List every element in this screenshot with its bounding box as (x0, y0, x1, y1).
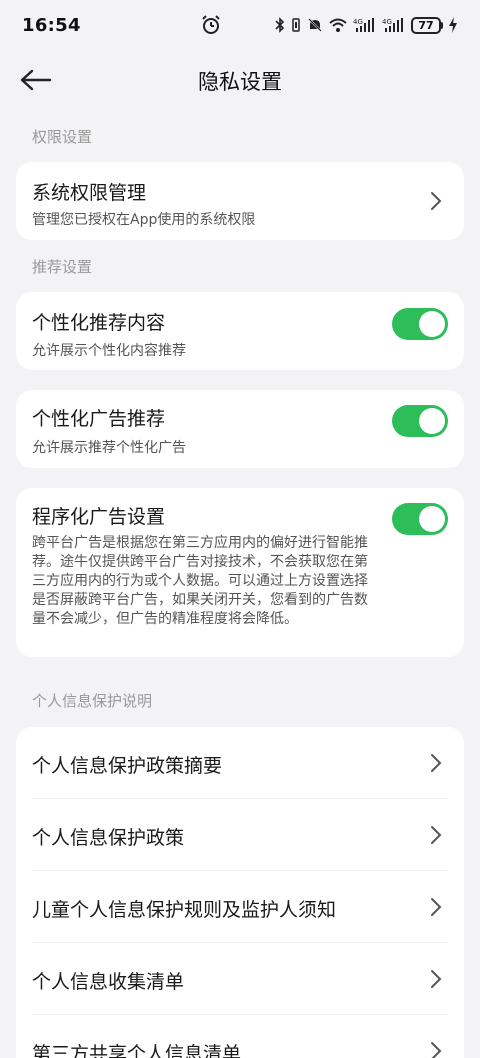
status-time: 16:54 (22, 14, 81, 36)
bluetooth-icon (275, 17, 285, 33)
list-item-third-party-sharing[interactable]: 第三方共享个人信息清单 (16, 1015, 464, 1058)
list-item-label: 第三方共享个人信息清单 (32, 1043, 242, 1058)
header: 隐私设置 (0, 50, 480, 110)
chevron-right-icon (431, 192, 442, 210)
signal-4g-icon: 4G (382, 18, 403, 32)
list-item-info-collection-list[interactable]: 个人信息收集清单 (16, 943, 464, 1015)
list-item-label: 个人信息保护政策摘要 (32, 755, 223, 777)
personalized-ads-subtitle: 允许展示推荐个性化广告 (32, 440, 186, 456)
chevron-right-icon (431, 970, 442, 988)
toggle-knob (419, 311, 445, 337)
status-icons: 4G 4G 77 (275, 16, 458, 34)
list-item-children-privacy[interactable]: 儿童个人信息保护规则及监护人须知 (16, 871, 464, 943)
toggle-knob (419, 506, 445, 532)
chevron-right-icon (431, 1042, 442, 1058)
list-item-label: 个人信息收集清单 (32, 971, 185, 993)
status-bar: 16:54 4G 4G 77 (0, 0, 480, 50)
list-item-label: 儿童个人信息保护规则及监护人须知 (32, 899, 337, 921)
programmatic-ads-toggle[interactable] (392, 503, 448, 535)
svg-text:4G: 4G (382, 18, 392, 26)
list-item-privacy-policy-summary[interactable]: 个人信息保护政策摘要 (16, 727, 464, 799)
section-title-permissions: 权限设置 (32, 128, 93, 146)
system-permission-card[interactable]: 系统权限管理 管理您已授权在App使用的系统权限 (16, 162, 464, 240)
personalized-content-title: 个性化推荐内容 (32, 312, 166, 334)
battery-icon: 77 (411, 16, 443, 34)
personalized-content-card: 个性化推荐内容 允许展示个性化内容推荐 (16, 292, 464, 370)
svg-text:4G: 4G (353, 18, 363, 26)
privacy-info-card: 个人信息保护政策摘要 个人信息保护政策 儿童个人信息保护规则及监护人须知 个人信… (16, 727, 464, 1058)
programmatic-ads-title: 程序化广告设置 (32, 506, 166, 528)
list-item-label: 个人信息保护政策 (32, 827, 185, 849)
vibrate-icon (292, 18, 300, 32)
wifi-icon (329, 18, 347, 32)
alarm-icon (202, 15, 220, 34)
personalized-ads-title: 个性化广告推荐 (32, 408, 166, 430)
chevron-right-icon (431, 826, 442, 844)
programmatic-ads-card: 程序化广告设置 跨平台广告是根据您在第三方应用内的偏好进行智能推荐。途牛仅提供跨… (16, 488, 464, 657)
personalized-ads-card: 个性化广告推荐 允许展示推荐个性化广告 (16, 390, 464, 468)
page-title: 隐私设置 (198, 70, 282, 94)
charging-icon (449, 17, 457, 33)
personalized-content-subtitle: 允许展示个性化内容推荐 (32, 343, 186, 359)
personalized-ads-toggle[interactable] (392, 405, 448, 437)
chevron-right-icon (431, 754, 442, 772)
system-permission-title: 系统权限管理 (32, 182, 147, 204)
programmatic-ads-description: 跨平台广告是根据您在第三方应用内的偏好进行智能推荐。途牛仅提供跨平台广告对接技术… (32, 535, 368, 627)
list-item-privacy-policy[interactable]: 个人信息保护政策 (16, 799, 464, 871)
system-permission-subtitle: 管理您已授权在App使用的系统权限 (32, 212, 256, 228)
section-title-privacy-info: 个人信息保护说明 (32, 692, 153, 710)
mute-icon (308, 18, 322, 32)
battery-level: 77 (411, 16, 441, 34)
section-title-recommend: 推荐设置 (32, 258, 93, 276)
chevron-right-icon (431, 898, 442, 916)
personalized-content-toggle[interactable] (392, 308, 448, 340)
toggle-knob (419, 408, 445, 434)
signal-4g-icon: 4G (353, 18, 374, 32)
